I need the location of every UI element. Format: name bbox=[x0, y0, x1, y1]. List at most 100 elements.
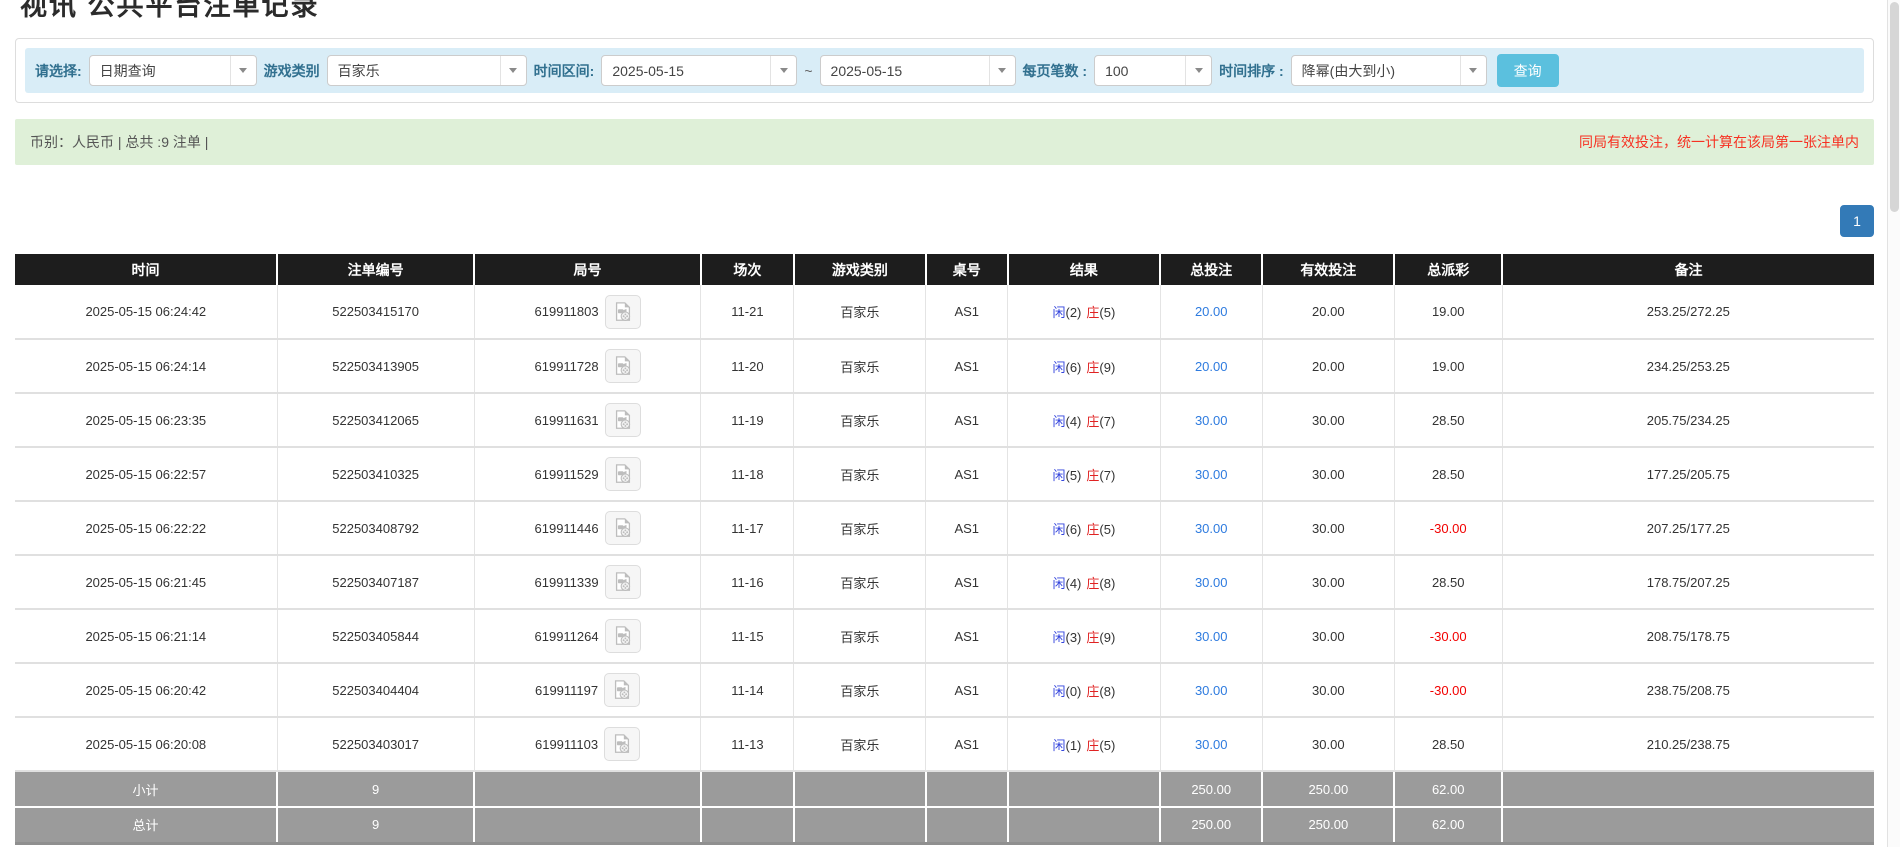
total-bet-link[interactable]: 30.00 bbox=[1195, 521, 1228, 536]
cell-total-bet: 20.00 bbox=[1160, 285, 1262, 339]
column-header: 总派彩 bbox=[1394, 254, 1502, 285]
table-row: 2025-05-15 06:20:08 522503403017 6199111… bbox=[15, 717, 1874, 771]
total-bet-link[interactable]: 30.00 bbox=[1195, 683, 1228, 698]
cell-payout: 19.00 bbox=[1394, 339, 1502, 393]
caret-down-icon[interactable] bbox=[770, 56, 796, 85]
cell-total-bet: 30.00 bbox=[1160, 555, 1262, 609]
per-page-select[interactable]: 100 bbox=[1094, 55, 1212, 86]
cell-time: 2025-05-15 06:21:45 bbox=[15, 555, 277, 609]
query-button[interactable]: 查询 bbox=[1497, 54, 1559, 87]
caret-down-icon[interactable] bbox=[230, 56, 256, 85]
filter-bar: 请选择: 日期查询 游戏类别 百家乐 时间区间: 2025-05-15 ~ bbox=[25, 48, 1864, 93]
banker-points: (9) bbox=[1099, 360, 1115, 375]
video-replay-icon[interactable] bbox=[605, 511, 641, 545]
total-bet-link[interactable]: 30.00 bbox=[1195, 737, 1228, 752]
cell-session: 11-20 bbox=[701, 339, 794, 393]
subtotal-total-bet: 250.00 bbox=[1160, 771, 1262, 807]
cell-round-id: 619911446 bbox=[474, 501, 701, 555]
video-replay-icon[interactable] bbox=[605, 457, 641, 491]
time-sort-select[interactable]: 降幂(由大到小) bbox=[1291, 55, 1487, 86]
video-replay-icon[interactable] bbox=[605, 403, 641, 437]
cell-session: 11-16 bbox=[701, 555, 794, 609]
cell-game-category: 百家乐 bbox=[794, 717, 926, 771]
banker-result: 庄 bbox=[1086, 576, 1099, 591]
cell-remark: 205.75/234.25 bbox=[1502, 393, 1874, 447]
cell-result: 闲(6)庄(5) bbox=[1008, 501, 1160, 555]
cell-remark: 178.75/207.25 bbox=[1502, 555, 1874, 609]
video-replay-icon[interactable] bbox=[604, 673, 640, 707]
query-type-value: 日期查询 bbox=[90, 61, 166, 81]
total-payout: 62.00 bbox=[1394, 807, 1502, 843]
cell-table-number: AS1 bbox=[926, 501, 1008, 555]
total-bet-link[interactable]: 30.00 bbox=[1195, 575, 1228, 590]
subtotal-row: 小计 9 250.00 250.00 62.00 bbox=[15, 771, 1874, 807]
video-replay-icon[interactable] bbox=[605, 295, 641, 329]
cell-result: 闲(5)庄(7) bbox=[1008, 447, 1160, 501]
time-range-label: 时间区间: bbox=[534, 61, 595, 81]
query-type-select[interactable]: 日期查询 bbox=[89, 55, 257, 86]
cell-game-category: 百家乐 bbox=[794, 393, 926, 447]
cell-total-bet: 30.00 bbox=[1160, 717, 1262, 771]
round-id-text: 619911103 bbox=[535, 737, 598, 752]
player-result: 闲 bbox=[1052, 468, 1065, 483]
column-header: 有效投注 bbox=[1262, 254, 1394, 285]
banker-result: 庄 bbox=[1086, 630, 1099, 645]
caret-down-icon[interactable] bbox=[1185, 56, 1211, 85]
cell-remark: 207.25/177.25 bbox=[1502, 501, 1874, 555]
scrollbar[interactable] bbox=[1887, 0, 1900, 847]
cell-bet-id: 522503403017 bbox=[277, 717, 474, 771]
cell-valid-bet: 30.00 bbox=[1262, 447, 1394, 501]
query-type-label: 请选择: bbox=[35, 61, 82, 81]
caret-down-icon[interactable] bbox=[1460, 56, 1486, 85]
page-1-button[interactable]: 1 bbox=[1840, 205, 1874, 237]
cell-table-number: AS1 bbox=[926, 663, 1008, 717]
cell-session: 11-19 bbox=[701, 393, 794, 447]
total-count: 9 bbox=[277, 807, 474, 843]
total-bet-link[interactable]: 20.00 bbox=[1195, 359, 1228, 374]
time-sort-label: 时间排序 : bbox=[1219, 61, 1284, 81]
cell-time: 2025-05-15 06:22:57 bbox=[15, 447, 277, 501]
cell-round-id: 619911197 bbox=[474, 663, 701, 717]
total-bet-link[interactable]: 30.00 bbox=[1195, 629, 1228, 644]
cell-valid-bet: 30.00 bbox=[1262, 609, 1394, 663]
cell-total-bet: 30.00 bbox=[1160, 663, 1262, 717]
player-points: (6) bbox=[1065, 360, 1081, 375]
column-header: 场次 bbox=[701, 254, 794, 285]
video-replay-icon[interactable] bbox=[605, 619, 641, 653]
cell-round-id: 619911728 bbox=[474, 339, 701, 393]
cell-total-bet: 30.00 bbox=[1160, 609, 1262, 663]
per-page-label: 每页笔数 : bbox=[1023, 61, 1088, 81]
cell-game-category: 百家乐 bbox=[794, 285, 926, 339]
date-from-select[interactable]: 2025-05-15 bbox=[601, 55, 797, 86]
total-total-bet: 250.00 bbox=[1160, 807, 1262, 843]
caret-down-icon[interactable] bbox=[500, 56, 526, 85]
banker-points: (8) bbox=[1099, 684, 1115, 699]
cell-result: 闲(1)庄(5) bbox=[1008, 717, 1160, 771]
game-category-select[interactable]: 百家乐 bbox=[327, 55, 527, 86]
scrollbar-thumb[interactable] bbox=[1890, 2, 1899, 212]
total-bet-link[interactable]: 30.00 bbox=[1195, 467, 1228, 482]
table-row: 2025-05-15 06:20:42 522503404404 6199111… bbox=[15, 663, 1874, 717]
video-replay-icon[interactable] bbox=[604, 727, 640, 761]
column-header: 总投注 bbox=[1160, 254, 1262, 285]
banker-points: (9) bbox=[1099, 630, 1115, 645]
cell-round-id: 619911339 bbox=[474, 555, 701, 609]
cell-remark: 208.75/178.75 bbox=[1502, 609, 1874, 663]
banker-points: (5) bbox=[1099, 305, 1115, 320]
column-header: 备注 bbox=[1502, 254, 1874, 285]
total-bet-link[interactable]: 30.00 bbox=[1195, 413, 1228, 428]
video-replay-icon[interactable] bbox=[605, 349, 641, 383]
round-id-text: 619911197 bbox=[535, 683, 598, 698]
date-to-select[interactable]: 2025-05-15 bbox=[820, 55, 1016, 86]
cell-bet-id: 522503405844 bbox=[277, 609, 474, 663]
cell-game-category: 百家乐 bbox=[794, 339, 926, 393]
video-replay-icon[interactable] bbox=[605, 565, 641, 599]
cell-bet-id: 522503413905 bbox=[277, 339, 474, 393]
subtotal-label: 小计 bbox=[15, 771, 277, 807]
player-result: 闲 bbox=[1052, 738, 1065, 753]
caret-down-icon[interactable] bbox=[989, 56, 1015, 85]
table-row: 2025-05-15 06:24:14 522503413905 6199117… bbox=[15, 339, 1874, 393]
banker-points: (5) bbox=[1099, 522, 1115, 537]
total-bet-link[interactable]: 20.00 bbox=[1195, 304, 1228, 319]
cell-round-id: 619911631 bbox=[474, 393, 701, 447]
